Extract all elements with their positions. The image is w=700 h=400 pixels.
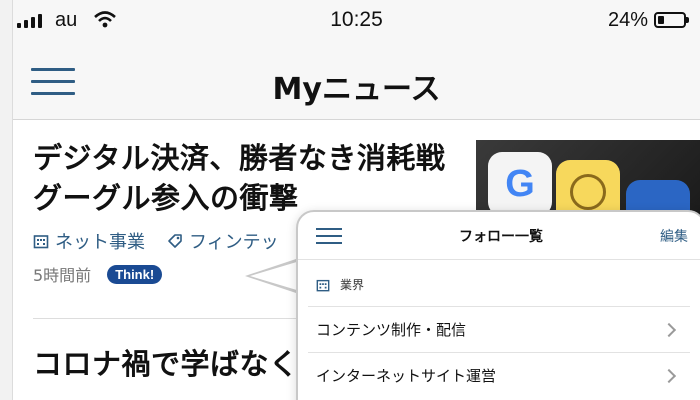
chevron-right-icon (661, 322, 677, 337)
section-label: 業界 (340, 278, 365, 292)
article-headline[interactable]: デジタル決済、勝者なき消耗戦 グーグル参入の衝撃 (33, 138, 503, 218)
tag-link[interactable]: フィンテッ (167, 228, 279, 254)
article-card[interactable]: デジタル決済、勝者なき消耗戦 グーグル参入の衝撃 ネット事業 フィンテッ 5時間… (33, 138, 503, 285)
nav-bar: Myニュース (13, 42, 700, 120)
follow-item-label: コンテンツ制作・配信 (316, 321, 467, 339)
google-app-icon: G (488, 152, 552, 216)
follow-panel-title: フォロー一覧 (459, 229, 543, 245)
tag-label: ネット事業 (55, 232, 145, 253)
think-badge[interactable]: Think! (107, 264, 163, 284)
tag-label: フィンテッ (189, 232, 279, 253)
tag-icon (168, 234, 182, 248)
battery-fill (658, 16, 664, 24)
chevron-right-icon (661, 368, 677, 383)
phone-screen: au 10:25 24% Myニュース デジタル決済、勝者なき消耗戦 グーグル参… (12, 0, 700, 400)
building-icon (316, 279, 330, 291)
battery-icon (654, 12, 689, 28)
status-bar: au 10:25 24% (13, 0, 700, 42)
follow-panel-header: フォロー一覧 編集 (298, 212, 700, 260)
building-icon (33, 235, 49, 249)
follow-list-item[interactable]: コンテンツ制作・配信 (308, 306, 690, 352)
article-timestamp: 5時間前 (33, 266, 92, 285)
page-title: Myニュース (272, 72, 441, 107)
follow-list-item[interactable]: インターネットサイト運営 (308, 352, 690, 398)
callout-tail-inner (250, 261, 300, 291)
follow-item-label: インターネットサイト運営 (316, 367, 497, 385)
article-tags: ネット事業 フィンテッ (33, 228, 279, 254)
clock: 10:25 (330, 8, 383, 31)
follow-list-panel: フォロー一覧 編集 業界 コンテンツ制作・配信 インターネットサイト運営 (296, 210, 700, 400)
edit-button[interactable]: 編集 (660, 226, 688, 246)
follow-section-header: 業界 (316, 276, 364, 293)
headline-line: デジタル決済、勝者なき消耗戦 (33, 141, 446, 175)
battery-percent: 24% (607, 9, 648, 31)
tag-link[interactable]: ネット事業 (33, 228, 145, 254)
article-meta: 5時間前 Think! (33, 262, 163, 286)
